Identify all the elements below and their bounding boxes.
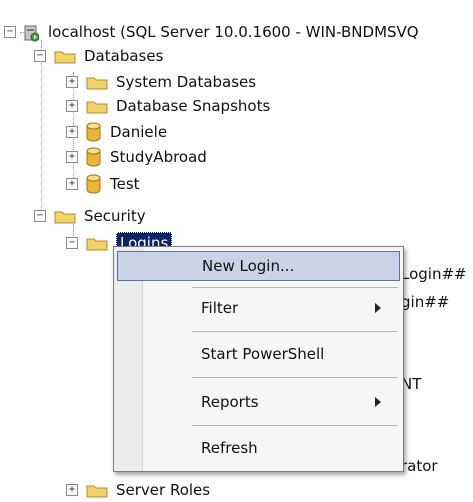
folder-icon bbox=[86, 238, 108, 250]
expand-icon[interactable]: + bbox=[66, 76, 78, 88]
tree-node-label: localhost (SQL Server 10.0.1600 - WIN-BN… bbox=[48, 23, 419, 41]
menu-item-label: New Login... bbox=[202, 257, 295, 275]
folder-icon bbox=[54, 211, 76, 223]
expand-icon[interactable]: + bbox=[66, 151, 78, 163]
menu-item-reports[interactable]: Reports bbox=[117, 387, 400, 417]
expand-icon[interactable]: + bbox=[66, 178, 78, 190]
menu-item-label: Reports bbox=[201, 393, 259, 411]
database-icon bbox=[86, 122, 101, 142]
tree-node-label: Databases bbox=[84, 47, 164, 65]
folder-icon bbox=[86, 101, 108, 113]
tree-node-db-studyabroad[interactable]: + StudyAbroad bbox=[66, 145, 207, 169]
folder-icon bbox=[86, 77, 108, 89]
menu-item-filter[interactable]: Filter bbox=[117, 293, 400, 323]
collapse-icon[interactable]: − bbox=[34, 210, 46, 222]
menu-separator bbox=[192, 331, 398, 332]
collapse-icon[interactable]: − bbox=[66, 237, 78, 249]
database-icon bbox=[86, 174, 101, 194]
tree-node-label: Test bbox=[110, 175, 140, 193]
menu-item-label: Refresh bbox=[201, 439, 258, 457]
server-icon bbox=[24, 25, 39, 42]
menu-separator bbox=[192, 287, 398, 288]
folder-icon bbox=[86, 485, 108, 497]
submenu-arrow-icon bbox=[375, 397, 381, 407]
menu-separator bbox=[192, 377, 398, 378]
expand-icon[interactable]: + bbox=[66, 100, 78, 112]
tree-node-label: Database Snapshots bbox=[116, 97, 271, 115]
tree-node-server[interactable]: − localhost (SQL Server 10.0.1600 - WIN-… bbox=[4, 20, 419, 44]
submenu-arrow-icon bbox=[375, 303, 381, 313]
login-name-partial[interactable]: NT bbox=[401, 375, 421, 393]
tree-node-server-roles[interactable]: + Server Roles bbox=[66, 478, 210, 502]
login-name-partial[interactable]: gin## bbox=[401, 293, 449, 311]
tree-node-database-snapshots[interactable]: + Database Snapshots bbox=[66, 94, 270, 118]
context-menu: New Login... Filter Start PowerShell Rep… bbox=[113, 246, 404, 472]
menu-item-label: Filter bbox=[201, 299, 239, 317]
menu-item-new-login[interactable]: New Login... bbox=[117, 251, 400, 281]
expand-icon[interactable]: + bbox=[66, 126, 78, 138]
menu-item-label: Start PowerShell bbox=[201, 345, 325, 363]
tree-node-db-daniele[interactable]: + Daniele bbox=[66, 120, 167, 144]
menu-separator bbox=[192, 425, 398, 426]
menu-item-refresh[interactable]: Refresh bbox=[117, 433, 400, 463]
tree-node-label: Server Roles bbox=[116, 481, 211, 499]
tree-node-label: Daniele bbox=[110, 123, 168, 141]
tree-node-label: System Databases bbox=[116, 73, 257, 91]
folder-icon bbox=[54, 51, 76, 63]
collapse-icon[interactable]: − bbox=[4, 26, 16, 38]
expand-icon[interactable]: + bbox=[66, 484, 78, 496]
menu-item-start-powershell[interactable]: Start PowerShell bbox=[117, 339, 400, 369]
login-name-partial[interactable]: rator bbox=[401, 457, 438, 475]
tree-node-system-databases[interactable]: + System Databases bbox=[66, 70, 256, 94]
tree-node-label: Security bbox=[84, 207, 146, 225]
collapse-icon[interactable]: − bbox=[34, 50, 46, 62]
login-name-partial[interactable]: Login## bbox=[401, 265, 467, 283]
tree-node-security[interactable]: − Security bbox=[34, 204, 146, 228]
tree-node-db-test[interactable]: + Test bbox=[66, 172, 140, 196]
database-icon bbox=[86, 147, 101, 167]
tree-node-label: StudyAbroad bbox=[110, 148, 207, 166]
tree-node-databases[interactable]: − Databases bbox=[34, 44, 163, 68]
